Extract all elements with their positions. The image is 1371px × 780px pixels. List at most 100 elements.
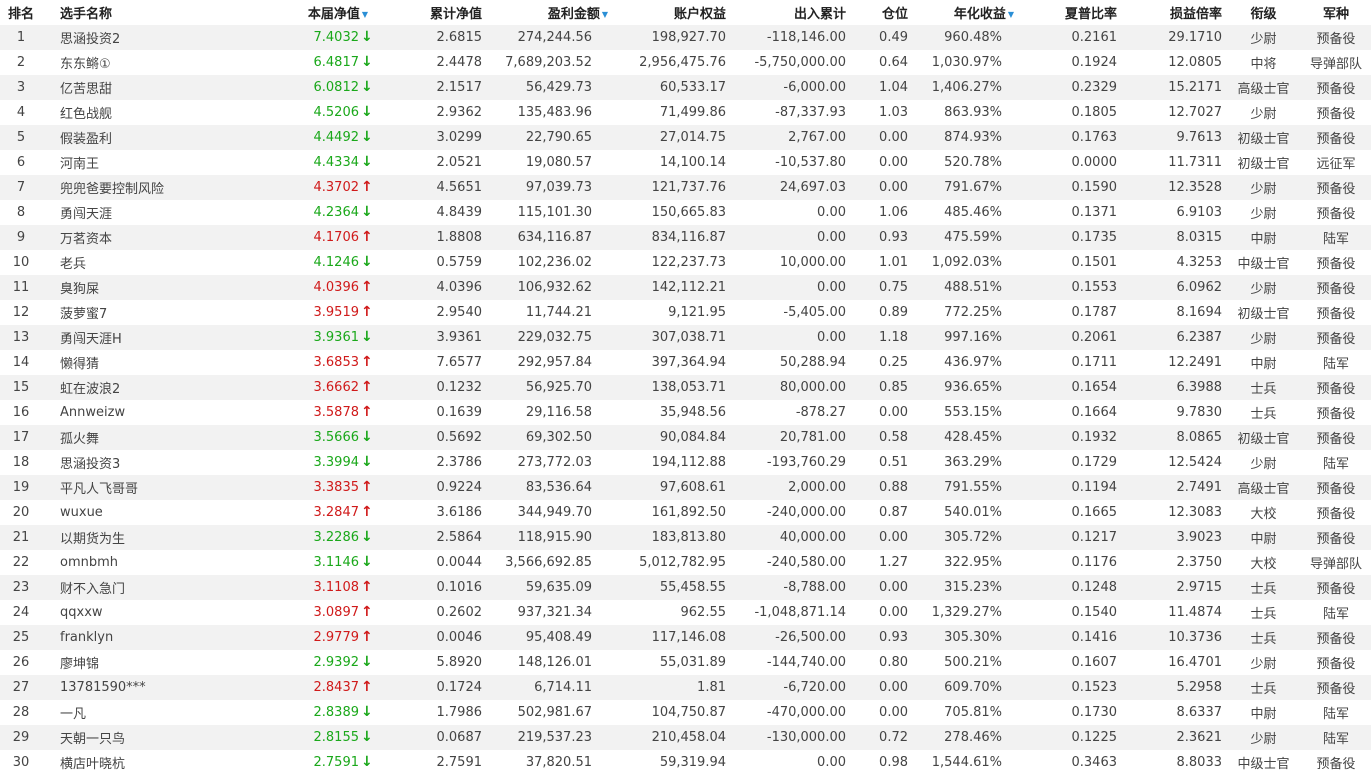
sharpe-cell: 0.1225	[1071, 730, 1118, 745]
equity-cell: 397,364.94	[651, 355, 726, 370]
col-header-profit[interactable]: 盈利金额 ▼	[490, 0, 610, 25]
table-row[interactable]: 13 勇闯天涯H 3.9361 ↓ 3.9361 229,032.75 307,038.71…	[0, 325, 1371, 350]
table-body: 1 思涵投资2 7.4032 ↓ 2.6815 274,244.56 198,927.70-…	[0, 25, 1371, 775]
col-header-branch: 军种	[1322, 7, 1349, 22]
position-cell: 0.00	[879, 155, 908, 170]
rank-cell: 14	[12, 355, 30, 370]
nav-value: 4.5206	[313, 105, 360, 120]
table-row[interactable]: 10 老兵 4.1246 ↓ 0.5759 102,236.02 122,237.73 10,…	[0, 250, 1371, 275]
sharpe-cell: 0.1553	[1071, 280, 1118, 295]
branch-cell: 陆军	[1322, 707, 1349, 722]
player-name-cell: 菠萝蜜7	[60, 307, 108, 322]
position-cell: 0.85	[879, 380, 908, 395]
pl-ratio-cell: 2.9715	[1176, 580, 1223, 595]
table-row[interactable]: 12 菠萝蜜7 3.9519 ↑ 2.9540 11,744.21 9,121.95 -5,4…	[0, 300, 1371, 325]
col-header-nav[interactable]: 本届净值 ▼	[238, 0, 382, 25]
equity-cell: 121,737.76	[651, 180, 726, 195]
equity-cell: 55,458.55	[659, 580, 726, 595]
equity-cell: 71,499.86	[659, 105, 726, 120]
nav-cell: 4.2364 ↓	[238, 200, 382, 225]
table-row[interactable]: 17 孤火舞 3.5666 ↓ 0.5692 69,302.50 90,084.84 20,7…	[0, 425, 1371, 450]
annual-return-cell: 520.78%	[944, 155, 1002, 170]
table-row[interactable]: 30 横店叶晓杭 2.7591 ↓ 2.7591 37,820.51 59,319.94 0.…	[0, 750, 1371, 775]
nav-value: 4.2364	[313, 205, 360, 220]
flow-cell: 10,000.00	[779, 255, 846, 270]
table-row[interactable]: 29 天朝一只鸟 2.8155 ↓ 0.0687 219,537.23 210,458.04…	[0, 725, 1371, 750]
position-cell: 1.18	[879, 330, 908, 345]
table-row[interactable]: 11 臭狗屎 4.0396 ↑ 4.0396 106,932.62 142,112.21 0.…	[0, 275, 1371, 300]
pl-ratio-cell: 8.0315	[1176, 230, 1223, 245]
annual-return-cell: 428.45%	[944, 430, 1002, 445]
table-row[interactable]: 16 Annweizw 3.5878 ↑ 0.1639 29,116.58 35,948.5…	[0, 400, 1371, 425]
flow-cell: -118,146.00	[766, 30, 846, 45]
equity-cell: 35,948.56	[659, 405, 726, 420]
table-row[interactable]: 8 勇闯天涯 4.2364 ↓ 4.8439 115,101.30 150,665.83 0.…	[0, 200, 1371, 225]
rank-cell: 7	[16, 180, 26, 195]
branch-cell: 预备役	[1316, 82, 1356, 97]
table-row[interactable]: 28 一凡 2.8389 ↓ 1.7986 502,981.67 104,750.87 -47…	[0, 700, 1371, 725]
flow-cell: -26,500.00	[775, 630, 846, 645]
annual-return-cell: 1,092.03%	[931, 255, 1002, 270]
flow-cell: -144,740.00	[766, 655, 846, 670]
player-name-cell: wuxue	[60, 505, 103, 520]
table-row[interactable]: 19 平凡人飞哥哥 3.3835 ↑ 0.9224 83,536.64 97,608.61 2…	[0, 475, 1371, 500]
position-cell: 0.51	[879, 455, 908, 470]
pl-ratio-cell: 2.3750	[1176, 555, 1223, 570]
table-row[interactable]: 6 河南王 4.4334 ↓ 2.0521 19,080.57 14,100.14 -10,5…	[0, 150, 1371, 175]
arrow-down-icon: ↓	[361, 204, 373, 220]
arrow-down-icon: ↓	[361, 129, 373, 145]
table-row[interactable]: 2 东东鳉① 6.4817 ↓ 2.4478 7,689,203.52 2,956,475.…	[0, 50, 1371, 75]
pl-ratio-cell: 9.7613	[1176, 130, 1223, 145]
pl-ratio-cell: 8.8033	[1176, 755, 1223, 770]
flow-cell: -5,750,000.00	[754, 55, 846, 70]
flow-cell: -5,405.00	[783, 305, 846, 320]
rank-cell: 1	[16, 30, 26, 45]
nav-value: 2.9392	[313, 655, 360, 670]
table-row[interactable]: 15 虹在波浪2 3.6662 ↑ 0.1232 56,925.70 138,053.71 8…	[0, 375, 1371, 400]
table-row[interactable]: 21 以期货为生 3.2286 ↓ 2.5864 118,915.90 183,813.80…	[0, 525, 1371, 550]
flow-cell: -240,000.00	[766, 505, 846, 520]
rank-cell: 18	[12, 455, 30, 470]
table-row[interactable]: 3 亿苦思甜 6.0812 ↓ 2.1517 56,429.73 60,533.17 -6,0…	[0, 75, 1371, 100]
sharpe-cell: 0.1416	[1071, 630, 1118, 645]
profit-cell: 135,483.96	[517, 105, 592, 120]
profit-cell: 97,039.73	[525, 180, 592, 195]
player-name-cell: 平凡人飞哥哥	[60, 482, 139, 497]
nav-value: 3.3835	[313, 480, 360, 495]
flow-cell: -193,760.29	[766, 455, 846, 470]
nav-cell: 4.3702 ↑	[238, 175, 382, 200]
table-row[interactable]: 25 franklyn 2.9779 ↑ 0.0046 95,408.49 117,146.…	[0, 625, 1371, 650]
branch-cell: 预备役	[1316, 682, 1356, 697]
table-row[interactable]: 26 廖坤锦 2.9392 ↓ 5.8920 148,126.01 55,031.89 -14…	[0, 650, 1371, 675]
nav-cell: 3.1108 ↑	[238, 575, 382, 600]
table-row[interactable]: 23 财不入急门 3.1108 ↑ 0.1016 59,635.09 55,458.55 -8…	[0, 575, 1371, 600]
flow-cell: 2,000.00	[788, 480, 846, 495]
cum-nav-cell: 0.5759	[436, 255, 483, 270]
position-cell: 0.93	[879, 230, 908, 245]
table-row[interactable]: 22 omnbmh 3.1146 ↓ 0.0044 3,566,692.85 5,012,7…	[0, 550, 1371, 575]
position-cell: 0.00	[879, 405, 908, 420]
branch-cell: 预备役	[1316, 182, 1356, 197]
nav-cell: 4.0396 ↑	[238, 275, 382, 300]
annual-return-cell: 1,030.97%	[931, 55, 1002, 70]
table-row[interactable]: 1 思涵投资2 7.4032 ↓ 2.6815 274,244.56 198,927.70 -…	[0, 25, 1371, 50]
position-cell: 1.03	[879, 105, 908, 120]
pl-ratio-cell: 12.3083	[1168, 505, 1222, 520]
cum-nav-cell: 3.9361	[436, 330, 483, 345]
table-row[interactable]: 14 懒得猜 3.6853 ↑ 7.6577 292,957.84 397,364.94 50…	[0, 350, 1371, 375]
table-row[interactable]: 24 qqxxw 3.0897 ↑ 0.2602 937,321.34 962.55 -1,0…	[0, 600, 1371, 625]
col-header-annual[interactable]: 年化收益 ▼	[912, 0, 1016, 25]
branch-cell: 预备役	[1316, 657, 1356, 672]
rank-title-cell: 少尉	[1250, 207, 1277, 222]
table-row[interactable]: 27 13781590*** 2.8437 ↑ 0.1724 6,714.11 1.81 -6…	[0, 675, 1371, 700]
sharpe-cell: 0.1730	[1071, 705, 1118, 720]
annual-return-cell: 863.93%	[944, 105, 1002, 120]
table-row[interactable]: 7 兜兜爸要控制风险 4.3702 ↑ 4.5651 97,039.73 121,737.7…	[0, 175, 1371, 200]
table-row[interactable]: 5 假装盈利 4.4492 ↓ 3.0299 22,790.65 27,014.75 2,76…	[0, 125, 1371, 150]
nav-value: 3.6853	[313, 355, 360, 370]
table-row[interactable]: 9 万茗资本 4.1706 ↑ 1.8808 634,116.87 834,116.87 0.…	[0, 225, 1371, 250]
table-row[interactable]: 20 wuxue 3.2847 ↑ 3.6186 344,949.70 161,892.50…	[0, 500, 1371, 525]
table-row[interactable]: 18 思涵投资3 3.3994 ↓ 2.3786 273,772.03 194,112.88…	[0, 450, 1371, 475]
rank-title-cell: 中尉	[1250, 707, 1277, 722]
table-row[interactable]: 4 红色战舰 4.5206 ↓ 2.9362 135,483.96 71,499.86 -87…	[0, 100, 1371, 125]
